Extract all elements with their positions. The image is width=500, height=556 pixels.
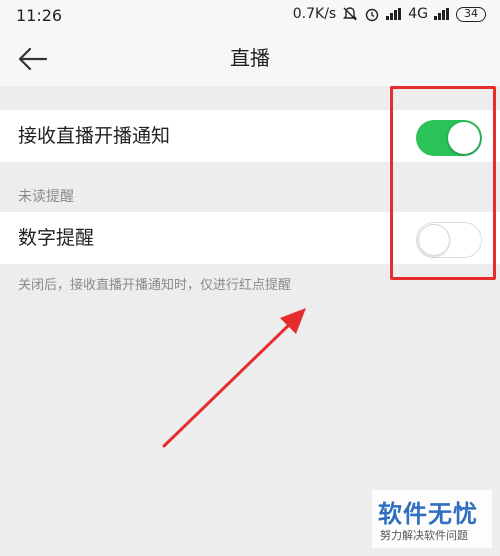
network-type: 4G [408,6,428,22]
status-bar: 11:26 0.7K/s 4G 34 [0,0,500,30]
page-title: 直播 [230,46,270,70]
back-arrow-icon[interactable] [16,42,50,76]
battery-icon: 34 [456,6,486,22]
alarm-icon [366,8,379,22]
mute-bell-icon [343,7,358,21]
live-notice-label: 接收直播开播通知 [18,125,171,147]
hint-text: 关闭后，接收直播开播通知时，仅进行红点提醒 [18,278,292,293]
watermark-subtitle: 努力解决软件问题 [380,529,468,542]
watermark-title: 软件无忧 [378,500,478,528]
unread-section-title: 未读提醒 [18,189,74,205]
status-time: 11:26 [16,6,63,25]
hd-signal-icon [386,8,402,20]
annotation-highlight-box [390,86,496,280]
status-icons: 0.7K/s 4G 34 [293,6,486,22]
network-speed: 0.7K/s [292,6,337,22]
title-bar: 直播 [0,30,500,86]
signal-icon [434,8,450,20]
number-reminder-label: 数字提醒 [18,227,95,249]
watermark-logo: 软件无忧 努力解决软件问题 [372,490,492,548]
